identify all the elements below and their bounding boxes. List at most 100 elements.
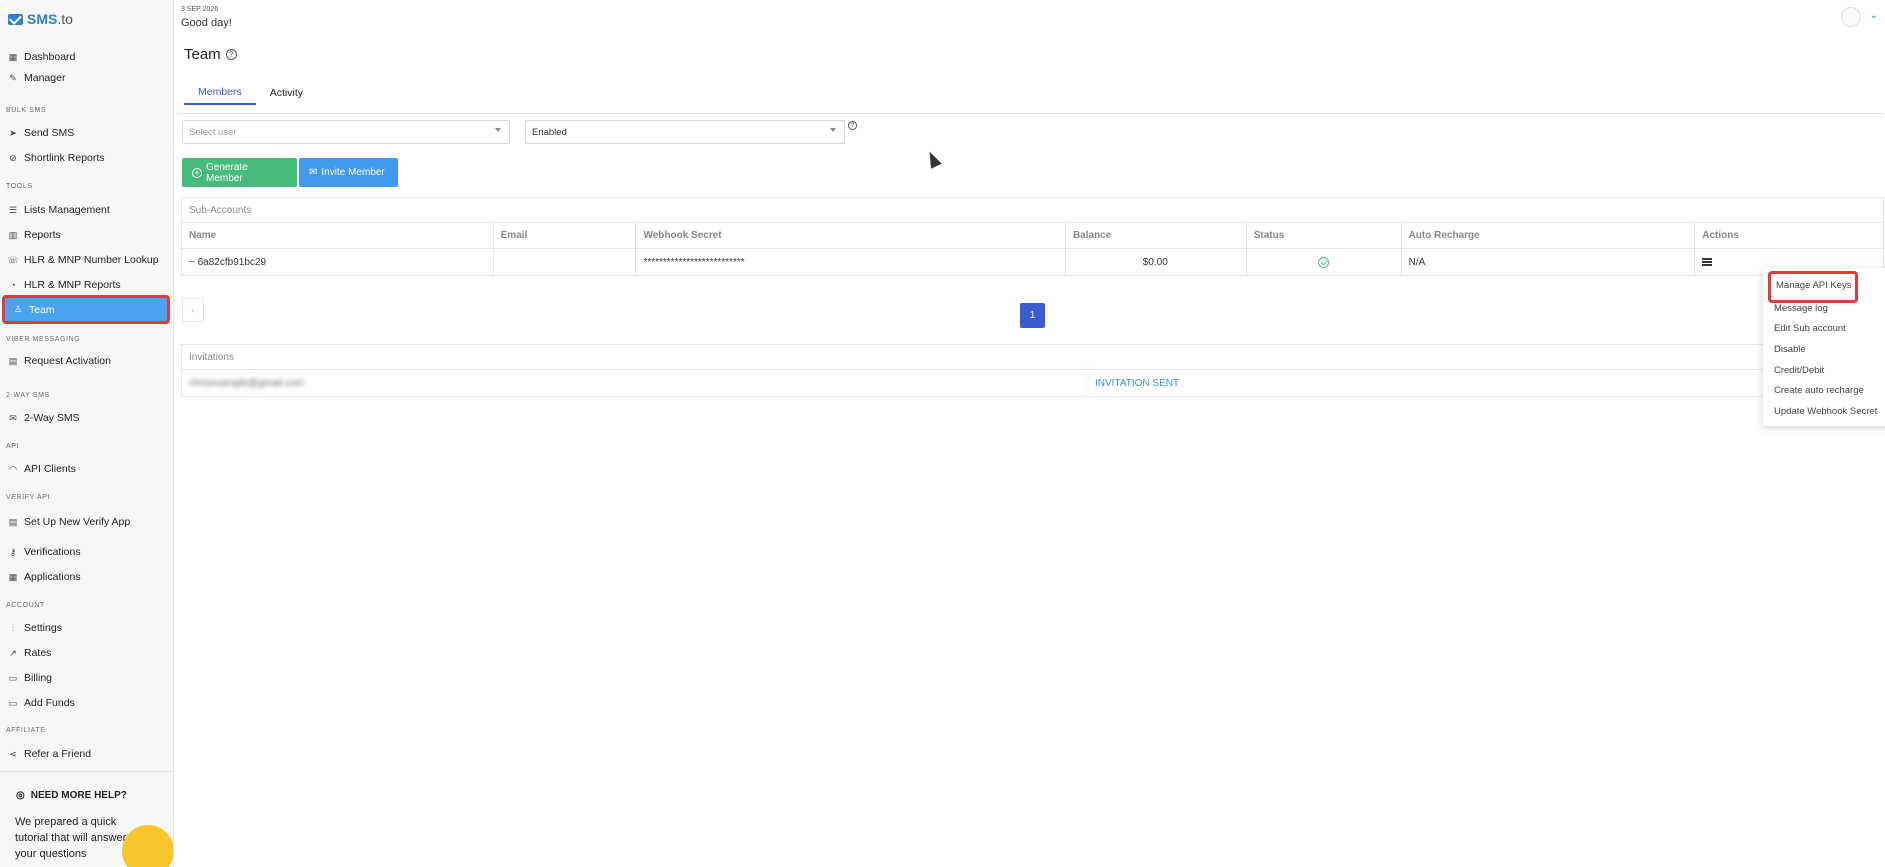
section-affiliate: AFFILIATE xyxy=(6,727,46,734)
header-date: 3 SEP 2026 xyxy=(181,6,219,13)
page-title: Team ? xyxy=(184,46,237,63)
tab-members[interactable]: Members xyxy=(184,80,256,105)
invitations-panel: Invitations chrisexample@gmail.com INVIT… xyxy=(181,344,1884,397)
invitations-title: Invitations xyxy=(182,345,1883,370)
user-icon: ♙ xyxy=(13,304,23,314)
tabs-divider xyxy=(178,113,1884,114)
sidebar-item-reports[interactable]: ▥ Reports xyxy=(8,226,168,244)
rss-icon: ◠ xyxy=(9,463,17,474)
menu-item-message-log[interactable]: Message log xyxy=(1774,303,1828,314)
generate-member-button[interactable]: + Generate Member xyxy=(182,158,297,187)
menu-item-disable[interactable]: Disable xyxy=(1774,344,1806,355)
menu-item-manage-api-keys[interactable]: Manage API Keys xyxy=(1768,271,1858,303)
column-header: Actions xyxy=(1702,230,1739,241)
grid-icon: ▦ xyxy=(8,51,18,62)
plus-circle-icon: + xyxy=(192,167,202,178)
menu-item-credit-debit[interactable]: Credit/Debit xyxy=(1774,365,1824,376)
mail-icon xyxy=(8,13,23,25)
section-account: ACCOUNT xyxy=(6,602,45,609)
lifebuoy-icon: ◎ xyxy=(16,790,25,801)
subaccount-balance: $0.00 xyxy=(1066,249,1247,275)
header-greeting: Good day! xyxy=(181,17,232,29)
mouse-cursor-icon xyxy=(924,149,942,169)
sidebar-item-hlr-lookup[interactable]: ☏ HLR & MNP Number Lookup xyxy=(7,251,168,269)
invitation-email: chrisexample@gmail.com xyxy=(182,370,1088,396)
section-tools: TOOLS xyxy=(6,183,33,190)
report-icon: ◔ xyxy=(10,280,16,290)
subaccount-email xyxy=(494,249,637,275)
avatar[interactable] xyxy=(1841,7,1861,27)
help-box[interactable]: ◎ NEED MORE HELP? We prepared a quick tut… xyxy=(0,771,173,867)
column-header[interactable]: Balance xyxy=(1066,223,1247,248)
table-header: Name Email Webhook Secret Balance Status… xyxy=(182,223,1883,249)
help-title: NEED MORE HELP? xyxy=(30,790,127,801)
menu-item-create-auto-recharge[interactable]: Create auto recharge xyxy=(1774,385,1864,396)
table-row: chrisexample@gmail.com INVITATION SENT xyxy=(182,370,1883,396)
user-select[interactable]: Select user xyxy=(182,120,510,144)
sidebar-item-request-activation[interactable]: ▤ Request Activation xyxy=(8,352,168,370)
envelope-icon: ✉ xyxy=(9,412,17,423)
pagination-prev[interactable]: ‹ xyxy=(182,298,204,322)
caret-down-icon xyxy=(830,128,836,132)
sidebar-item-applications[interactable]: ▦ Applications xyxy=(8,568,168,586)
tabs: Members Activity xyxy=(184,80,317,105)
chevron-down-icon[interactable]: ⌄ xyxy=(1870,10,1878,21)
help-illustration xyxy=(122,825,173,867)
column-header[interactable]: Email xyxy=(494,223,637,248)
invite-member-button[interactable]: ✉ Invite Member xyxy=(299,158,398,187)
sidebar-item-lists-management[interactable]: ☰ Lists Management xyxy=(8,201,168,219)
sidebar-item-manager[interactable]: ✎ Manager xyxy=(8,69,168,87)
help-icon[interactable]: ? xyxy=(848,121,857,130)
brand-logo[interactable]: SMS.to xyxy=(8,10,73,28)
sidebar-item-verifications[interactable]: ⚷ Verifications xyxy=(8,543,168,561)
column-header[interactable]: Auto Recharge xyxy=(1402,223,1696,248)
actions-dropdown: Manage API Keys Message log Edit Sub acc… xyxy=(1763,268,1885,426)
status-cell xyxy=(1247,249,1402,275)
sidebar-item-shortlink-reports[interactable]: ⊘ Shortlink Reports xyxy=(8,149,168,167)
main-content: 3 SEP 2026 Good day! ⌄ Team ? Members Ac… xyxy=(175,0,1885,867)
sidebar-item-refer-friend[interactable]: ⋖ Refer a Friend xyxy=(8,745,168,763)
section-2way: 2-WAY SMS xyxy=(6,392,50,399)
menu-icon[interactable] xyxy=(1702,258,1713,266)
table-row: ~ 6a82cfb91bc29 ************************… xyxy=(182,249,1883,275)
column-header[interactable]: Webhook Secret xyxy=(636,223,1066,248)
sliders-icon: ⫶ xyxy=(11,622,15,633)
tab-activity[interactable]: Activity xyxy=(256,80,317,105)
sidebar: SMS.to ▦ Dashboard ✎ Manager BULK SMS ➤ Sen… xyxy=(0,0,174,867)
column-header[interactable]: Name xyxy=(182,223,494,248)
envelope-icon: ✉ xyxy=(309,167,318,178)
column-header[interactable]: Status xyxy=(1247,223,1402,248)
sidebar-item-2way-sms[interactable]: ✉ 2-Way SMS xyxy=(8,409,168,427)
bar-chart-icon: ▥ xyxy=(8,229,18,240)
sidebar-item-rates[interactable]: ↗ Rates xyxy=(8,644,168,662)
section-api: API xyxy=(6,443,20,450)
help-icon[interactable]: ? xyxy=(225,49,237,60)
sidebar-item-verify-app[interactable]: ▤ Set Up New Verify App xyxy=(8,513,168,531)
document-icon: ▤ xyxy=(8,516,18,527)
sidebar-item-dashboard[interactable]: ▦ Dashboard xyxy=(8,48,168,66)
menu-item-edit-sub-account[interactable]: Edit Sub account xyxy=(1774,323,1846,334)
auto-recharge: N/A xyxy=(1402,249,1696,275)
webhook-secret: ************************** xyxy=(636,249,1066,275)
section-verify-api: VERIFY API xyxy=(6,494,50,501)
share-icon: ⋖ xyxy=(9,748,17,759)
sidebar-item-hlr-reports[interactable]: ◔ HLR & MNP Reports xyxy=(8,276,168,294)
sidebar-item-send-sms[interactable]: ➤ Send SMS xyxy=(8,124,168,142)
sidebar-item-billing[interactable]: ▭ Billing xyxy=(8,669,168,687)
sidebar-item-settings[interactable]: ⫶ Settings xyxy=(8,619,168,637)
send-icon: ➤ xyxy=(9,127,17,138)
key-icon: ⚷ xyxy=(9,546,17,557)
sidebar-item-team[interactable]: ♙ Team xyxy=(2,295,170,324)
card-icon: ▭ xyxy=(8,697,18,708)
caret-down-icon xyxy=(495,128,501,132)
phone-icon: ☏ xyxy=(7,254,19,265)
check-circle-icon xyxy=(1318,256,1330,268)
grid-icon: ▦ xyxy=(8,571,18,582)
pen-icon: ✎ xyxy=(9,72,17,83)
pagination-page[interactable]: 1 xyxy=(1020,303,1045,328)
sidebar-item-add-funds[interactable]: ▭ Add Funds xyxy=(8,694,168,712)
status-select[interactable]: Enabled xyxy=(525,120,845,144)
sidebar-item-api-clients[interactable]: ◠ API Clients xyxy=(8,460,168,478)
menu-item-update-webhook-secret[interactable]: Update Webhook Secret xyxy=(1774,406,1877,417)
subaccount-name: ~ 6a82cfb91bc29 xyxy=(182,249,494,275)
